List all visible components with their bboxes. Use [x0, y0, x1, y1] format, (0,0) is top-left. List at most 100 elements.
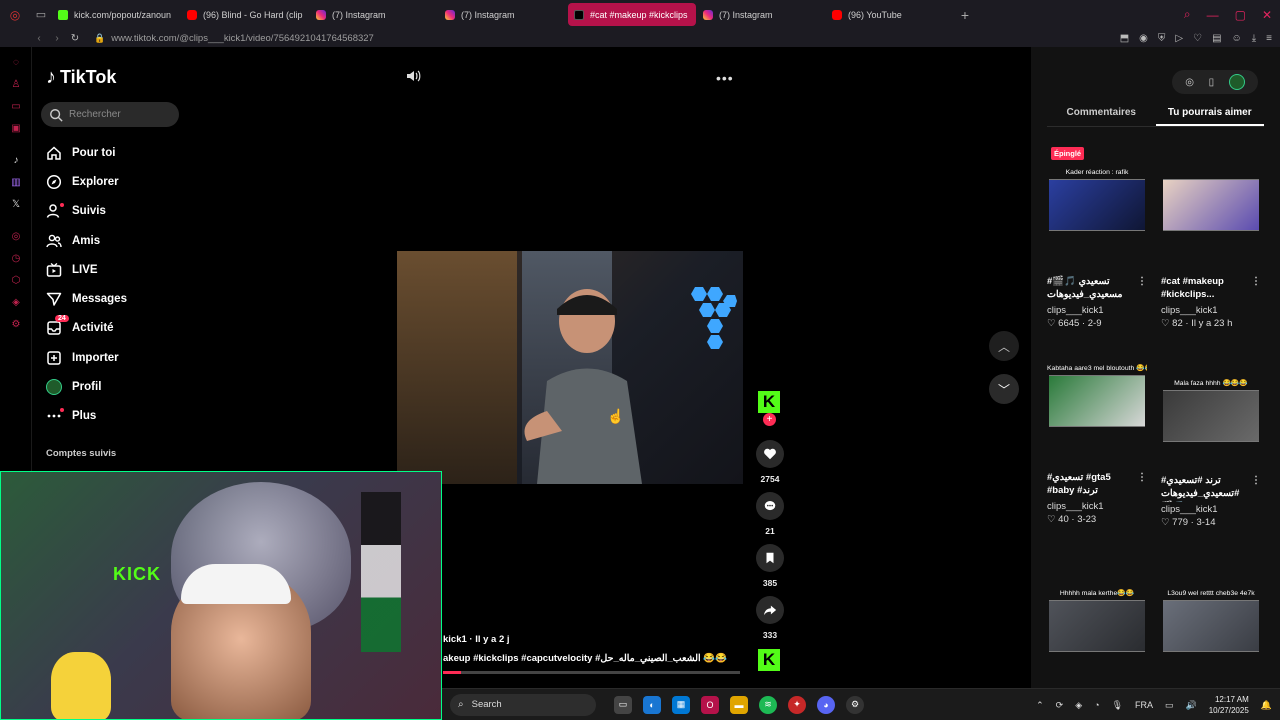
- forward-icon[interactable]: ›: [48, 33, 66, 44]
- app-red-icon[interactable]: ✦: [788, 695, 806, 714]
- recommendation-card[interactable]: #cat #makeup #kickclips... ⋮ clips___kick1…: [1161, 167, 1261, 329]
- discord-icon[interactable]: ◕: [817, 695, 835, 714]
- bookmark-icon[interactable]: ⬒: [1120, 33, 1129, 44]
- recommendation-title[interactable]: #cat #makeup #kickclips... ⋮: [1161, 275, 1261, 303]
- device-icon[interactable]: ▯: [1209, 77, 1215, 88]
- taskbar-search[interactable]: ⌕ Search: [450, 693, 596, 716]
- play-icon[interactable]: ▷: [1175, 33, 1183, 44]
- save-action[interactable]: 385: [754, 544, 786, 588]
- nav-item-profil[interactable]: Profil: [45, 372, 225, 401]
- file-explorer-icon[interactable]: ▬: [730, 695, 748, 714]
- side-panel-tab[interactable]: Commentaires: [1047, 105, 1156, 126]
- kebab-menu-icon[interactable]: ⋮: [1137, 275, 1147, 288]
- recommendation-card[interactable]: Kader réaction : rafik #تسعيدي 🎵🎬 مسعيدي_…: [1047, 167, 1147, 329]
- search-box[interactable]: [41, 102, 179, 127]
- whatsapp-icon[interactable]: ▣: [0, 117, 32, 139]
- recommendation-author[interactable]: clips___kick1: [1161, 305, 1261, 316]
- recommendation-title[interactable]: #تسعيدي #gta5 #baby #ترند ⋮: [1047, 471, 1147, 499]
- compass-icon[interactable]: ◎: [1185, 77, 1194, 88]
- user-avatar[interactable]: [1228, 74, 1245, 90]
- nav-item-pour-toi[interactable]: Pour toi: [45, 138, 225, 167]
- recommendation-author[interactable]: clips___kick1: [1161, 504, 1261, 515]
- minimize-icon[interactable]: —: [1207, 8, 1219, 22]
- url-field[interactable]: www.tiktok.com/@clips___kick1/video/7564…: [111, 33, 374, 44]
- mic-icon[interactable]: 🎙: [1112, 700, 1123, 711]
- browser-tab[interactable]: (96) YouTube: [826, 3, 954, 26]
- maximize-icon[interactable]: ▢: [1235, 8, 1246, 22]
- x-icon[interactable]: 𝕏: [0, 193, 32, 215]
- browser-tab[interactable]: (7) Instagram: [310, 3, 438, 26]
- download-icon[interactable]: ⤓: [1252, 33, 1256, 44]
- video-thumbnail[interactable]: [1163, 390, 1259, 442]
- side-panel-tab[interactable]: Tu pourrais aimer: [1155, 105, 1264, 126]
- wallet-icon[interactable]: ▤: [1212, 33, 1221, 44]
- video-author-line[interactable]: kick1 · Il y a 2 j: [443, 634, 510, 645]
- video-thumbnail[interactable]: [1163, 179, 1259, 231]
- video-progress-bar[interactable]: [443, 671, 740, 674]
- crypto-wallet-icon[interactable]: ♙: [0, 73, 32, 95]
- clock[interactable]: 12:17 AM 10/27/2025: [1209, 694, 1249, 716]
- shield-icon[interactable]: ⛨: [1158, 33, 1166, 44]
- volume-icon[interactable]: 🔊: [1186, 700, 1197, 711]
- menu-icon[interactable]: ≡: [1266, 33, 1272, 44]
- history-icon[interactable]: ◷: [0, 247, 32, 269]
- settings-icon[interactable]: ⚙: [0, 313, 32, 335]
- tiktok-sidebar-icon[interactable]: ♪: [0, 149, 32, 171]
- messenger-icon[interactable]: ▭: [0, 95, 32, 117]
- recommendation-title[interactable]: #تسعيدي 🎵🎬 مسعيدي_فيديوهات ⋮: [1047, 275, 1147, 303]
- video-thumbnail[interactable]: [1049, 600, 1145, 652]
- back-icon[interactable]: ‹: [30, 33, 48, 44]
- wifi-icon[interactable]: ◔: [1094, 700, 1099, 710]
- extensions-icon[interactable]: ⬡: [0, 269, 32, 291]
- recommendation-card[interactable]: L3ou9 wel retttt cheb3e 4e7k: [1161, 588, 1261, 652]
- browser-tab[interactable]: #cat #makeup #kickclips: [568, 3, 696, 26]
- copilot-icon[interactable]: ◐: [643, 695, 661, 714]
- workspaces-icon[interactable]: ▭: [30, 0, 52, 29]
- task-view-icon[interactable]: ▭: [614, 695, 632, 714]
- volume-icon[interactable]: [405, 68, 421, 84]
- comment-action[interactable]: 21: [754, 492, 786, 536]
- player-icon[interactable]: ◎: [0, 225, 32, 247]
- recommendation-card[interactable]: Kabtaha aare3 mel bloutouth 😂😂 #تسعيدي #g…: [1047, 363, 1147, 525]
- sync-icon[interactable]: ⟳: [1056, 700, 1064, 711]
- network-icon[interactable]: ◈: [1075, 700, 1082, 711]
- tiktok-logo[interactable]: ♪ TikTok: [46, 66, 116, 89]
- like-action[interactable]: 2754: [754, 440, 786, 484]
- nav-item-live[interactable]: LIVE: [45, 255, 225, 284]
- opera-menu-icon[interactable]: ◎: [0, 0, 30, 29]
- monitor-icon[interactable]: ▭: [1165, 700, 1174, 711]
- recommendation-author[interactable]: clips___kick1: [1047, 305, 1147, 316]
- profile-icon[interactable]: ☺: [1232, 33, 1242, 44]
- pinboard-icon[interactable]: ◈: [0, 291, 32, 313]
- camera-icon[interactable]: ◉: [1139, 33, 1148, 44]
- aria-icon[interactable]: ◌: [0, 51, 32, 73]
- language-indicator[interactable]: FRA: [1135, 700, 1153, 710]
- nav-item-messages[interactable]: Messages: [45, 284, 225, 313]
- nav-item-explorer[interactable]: Explorer: [45, 167, 225, 196]
- video-player[interactable]: [397, 251, 743, 484]
- opera-icon[interactable]: O: [701, 695, 719, 714]
- recommendation-card[interactable]: Mala faza hhhh 😂😂😂 #ترند #تسعيدي #تسعيدي_…: [1161, 378, 1261, 528]
- browser-tab[interactable]: kick.com/popout/zanoun: [52, 3, 180, 26]
- recommendation-card[interactable]: Hhhhh mala kerthe😂😂: [1047, 588, 1147, 652]
- store-icon[interactable]: ▦: [672, 695, 690, 714]
- nav-item-suivis[interactable]: Suivis: [45, 197, 225, 226]
- kebab-menu-icon[interactable]: ⋮: [1251, 275, 1261, 288]
- chevron-up-icon[interactable]: ⌃: [1036, 700, 1044, 711]
- creator-avatar[interactable]: K: [758, 391, 780, 413]
- nav-item-activite[interactable]: 24 Activité: [45, 314, 225, 343]
- recommendation-author[interactable]: clips___kick1: [1047, 501, 1147, 512]
- search-tabs-icon[interactable]: ⌕: [1184, 7, 1191, 22]
- reload-icon[interactable]: ↻: [66, 33, 84, 44]
- next-video-button[interactable]: ﹀: [989, 374, 1019, 404]
- kebab-menu-icon[interactable]: ⋮: [1137, 471, 1147, 484]
- search-input[interactable]: [69, 109, 169, 120]
- close-icon[interactable]: ✕: [1262, 8, 1272, 22]
- spotify-icon[interactable]: ≋: [759, 695, 777, 714]
- twitch-icon[interactable]: ▥: [0, 171, 32, 193]
- nav-item-importer[interactable]: Importer: [45, 343, 225, 372]
- video-thumbnail[interactable]: [1049, 375, 1145, 427]
- browser-tab[interactable]: (7) Instagram: [697, 3, 825, 26]
- kebab-menu-icon[interactable]: ⋮: [1251, 474, 1261, 487]
- recommendation-title[interactable]: #ترند #تسعيدي #تسعيدي_فيديوهات🎬🎵 ⋮: [1161, 474, 1261, 502]
